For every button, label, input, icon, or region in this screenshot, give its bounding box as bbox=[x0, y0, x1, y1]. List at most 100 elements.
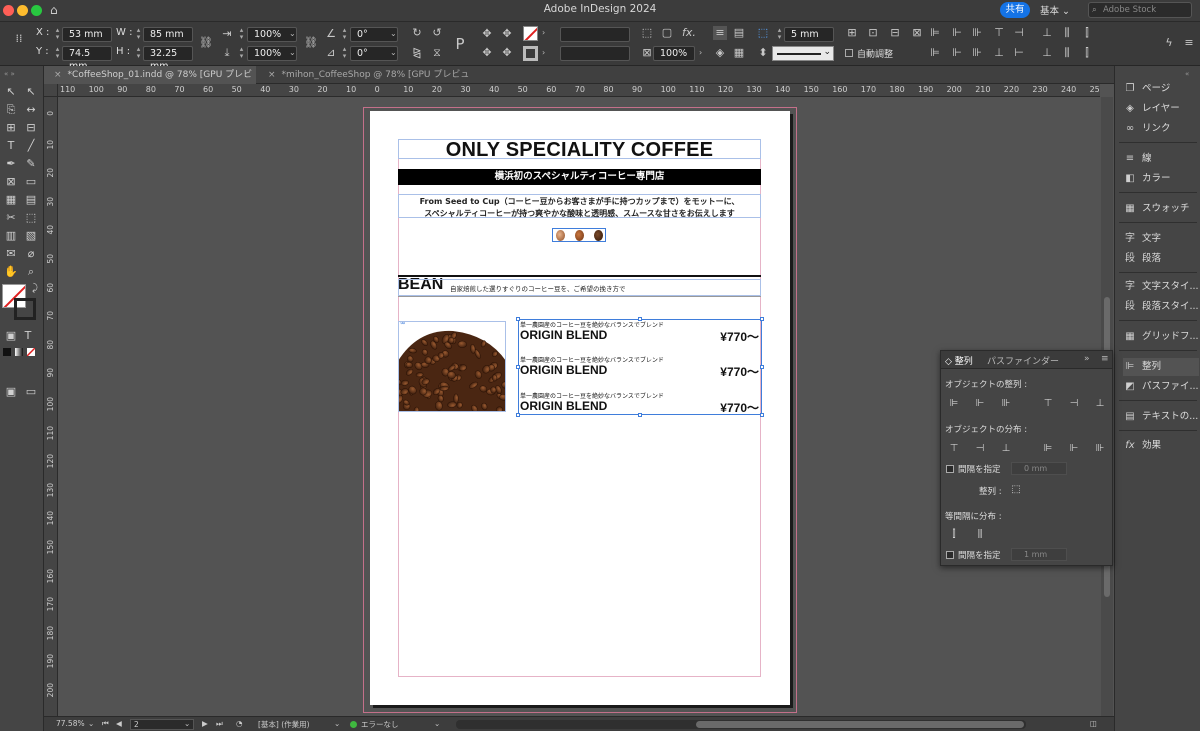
tab-align[interactable]: ◇ 整列 bbox=[945, 354, 973, 367]
chevron-right-icon[interactable]: › bbox=[542, 28, 545, 37]
rotate-stepper[interactable]: ▴ ▾ bbox=[340, 27, 349, 42]
fx-icon[interactable]: fx. bbox=[682, 26, 696, 40]
distribute-right-edges-icon[interactable]: ⊪ bbox=[1093, 442, 1107, 455]
align-hcenters-icon[interactable]: ⊩ bbox=[973, 397, 987, 410]
photo-frame[interactable] bbox=[398, 321, 506, 412]
formatting-container-icon[interactable]: ▣ bbox=[3, 328, 19, 344]
lightning-icon[interactable]: ϟ bbox=[1162, 36, 1176, 50]
scroll-thumb[interactable] bbox=[696, 721, 1024, 728]
gradient-feather-tool-icon[interactable]: ▧ bbox=[23, 228, 39, 244]
bean-icons-frame[interactable] bbox=[552, 228, 606, 242]
reference-point-icon[interactable]: ⁞⁞ bbox=[12, 32, 26, 46]
distribute-top-icon[interactable]: ⊥ bbox=[992, 46, 1006, 60]
w-stepper[interactable]: ▴ ▾ bbox=[134, 27, 143, 42]
auto-fit-checkbox[interactable] bbox=[845, 49, 853, 57]
document-page[interactable]: ONLY SPECIALITY COFFEE 横浜初のスペシャルティコーヒー専門… bbox=[370, 111, 790, 705]
distribute-vspace-icon[interactable]: ⫿ bbox=[947, 528, 961, 541]
center-content-icon[interactable]: ⊠ bbox=[910, 26, 924, 40]
h-field[interactable]: 32.25 mm bbox=[143, 46, 193, 72]
panel-menu-icon[interactable]: ≡ bbox=[1101, 354, 1109, 364]
next-page-icon[interactable]: ▶ bbox=[202, 719, 208, 728]
swap-colors-icon[interactable]: ⤸ bbox=[32, 283, 38, 294]
distribute-vspace-icon[interactable]: ⫿ bbox=[1080, 26, 1094, 40]
frame-icon[interactable]: ▢ bbox=[660, 26, 674, 40]
selection-tool-icon[interactable]: ↖ bbox=[3, 84, 19, 100]
stroke-weight-field[interactable]: 5 mm bbox=[784, 27, 834, 42]
rectangle-frame-tool-icon[interactable]: ⊠ bbox=[3, 174, 19, 190]
preflight-icon[interactable]: ◔ bbox=[236, 719, 243, 728]
chevron-down-icon[interactable]: ⌄ bbox=[184, 719, 190, 728]
formatting-text-icon[interactable]: T bbox=[20, 328, 36, 344]
select-content-icon[interactable]: ✥ bbox=[500, 27, 514, 41]
ruler-origin[interactable] bbox=[44, 84, 58, 97]
expand-panels-icon[interactable]: « bbox=[1185, 70, 1189, 78]
collapse-panel-icon[interactable]: » bbox=[1084, 354, 1090, 364]
view-options-icon[interactable]: ◫ bbox=[1090, 719, 1097, 728]
paragraph-p-icon[interactable]: P bbox=[452, 34, 468, 54]
shear-stepper[interactable]: ▴ ▾ bbox=[340, 46, 349, 61]
error-status[interactable]: エラーなし bbox=[361, 719, 399, 730]
panel-color[interactable]: ◧ カラー bbox=[1123, 170, 1199, 188]
x-stepper[interactable]: ▴ ▾ bbox=[53, 27, 62, 42]
align-vcenter-icon[interactable]: ⊣ bbox=[1012, 26, 1026, 40]
pen-tool-icon[interactable]: ✒ bbox=[3, 156, 19, 172]
align-to-selection-icon[interactable]: ⬚ bbox=[1009, 483, 1023, 496]
rectangle-tool-icon[interactable]: ▭ bbox=[23, 174, 39, 190]
text-wrap-shape-icon[interactable]: ◈ bbox=[713, 46, 727, 60]
align-vcenters-icon[interactable]: ⊣ bbox=[1067, 397, 1081, 410]
distribute-hcenters-icon[interactable]: ⊩ bbox=[1067, 442, 1081, 455]
type-tool-icon[interactable]: T bbox=[3, 138, 19, 154]
distribute-vcenters-icon[interactable]: ⫿ bbox=[1080, 46, 1094, 60]
menu-item[interactable]: 単一農園産のコーヒー豆を絶妙なバランスでブレンド ORIGIN BLEND ¥7… bbox=[519, 320, 761, 352]
distribute-hcenters-icon[interactable]: ⫼ bbox=[1060, 46, 1074, 60]
chevron-right-icon[interactable]: › bbox=[699, 48, 702, 57]
y-field[interactable]: 74.5 mm bbox=[62, 46, 112, 72]
close-icon[interactable]: × bbox=[268, 70, 276, 80]
page-tool-icon[interactable]: ⎘ bbox=[3, 102, 19, 118]
gap-tool-icon[interactable]: ↔ bbox=[23, 102, 39, 118]
drop-shadow-icon[interactable]: ⬚ bbox=[640, 26, 654, 40]
screen-mode-icon[interactable]: ▭ bbox=[23, 384, 39, 400]
panel-links[interactable]: ∞ リンク bbox=[1123, 120, 1199, 138]
align-bottom-icon[interactable]: ⊥ bbox=[1040, 26, 1054, 40]
menu-item[interactable]: 単一農園産のコーヒー豆を絶妙なバランスでブレンド ORIGIN BLEND ¥7… bbox=[519, 391, 761, 423]
free-transform-tool-icon[interactable]: ⬚ bbox=[23, 210, 39, 226]
table-tool-icon[interactable]: ▦ bbox=[3, 192, 19, 208]
content-fitting-icon[interactable]: ⬍ bbox=[756, 46, 770, 60]
panel-swatches[interactable]: ▦ スウォッチ bbox=[1123, 200, 1199, 218]
distribute-vcenter-icon[interactable]: ⊢ bbox=[1012, 46, 1026, 60]
select-container-icon[interactable]: ✥ bbox=[480, 27, 494, 41]
zoom-tool-icon[interactable]: ⌕ bbox=[23, 264, 39, 280]
panel-effects[interactable]: fx 効果 bbox=[1123, 437, 1199, 455]
rotate-ccw-icon[interactable]: ↺ bbox=[430, 26, 444, 40]
menu-item[interactable]: 単一農園産のコーヒー豆を絶妙なバランスでブレンド ORIGIN BLEND ¥7… bbox=[519, 355, 761, 387]
pencil-tool-icon[interactable]: ✎ bbox=[23, 156, 39, 172]
flip-vertical-icon[interactable]: ⧖ bbox=[430, 46, 444, 60]
chevron-down-icon[interactable]: ⌄ bbox=[334, 719, 340, 728]
panel-layers[interactable]: ◈ レイヤー bbox=[1123, 100, 1199, 118]
align-right-edges-icon[interactable]: ⊪ bbox=[999, 397, 1013, 410]
panel-pathfinder[interactable]: ◩ パスファイ... bbox=[1123, 378, 1199, 396]
panel-align[interactable]: ⊫ 整列 bbox=[1123, 358, 1199, 376]
use-spacing-checkbox[interactable] bbox=[946, 465, 954, 473]
scale-x-stepper[interactable]: ▴ ▾ bbox=[237, 27, 246, 42]
collapse-icon[interactable]: « » bbox=[4, 70, 40, 78]
h-stepper[interactable]: ▴ ▾ bbox=[134, 46, 143, 61]
horizontal-scrollbar[interactable] bbox=[456, 720, 1026, 729]
stroke-swatch[interactable] bbox=[523, 46, 538, 61]
tab-mihon-coffeeshop[interactable]: ×*mihon_CoffeeShop @ 78% [GPU プレビュー] bbox=[258, 66, 470, 98]
note-tool-icon[interactable]: ✉ bbox=[3, 246, 19, 262]
previous-page-icon[interactable]: ◀ bbox=[116, 719, 122, 728]
distribute-hspace-icon[interactable]: ⫼ bbox=[973, 528, 987, 541]
eyedropper-tool-icon[interactable]: ⌀ bbox=[23, 246, 39, 262]
panel-paragraph-styles[interactable]: 段段落スタイ... bbox=[1123, 298, 1199, 316]
stroke-weight-dropdown[interactable] bbox=[560, 27, 630, 42]
panel-paragraph[interactable]: 段段落 bbox=[1123, 250, 1199, 268]
align-hcenter-icon[interactable]: ⊩ bbox=[950, 26, 964, 40]
constrain-proportions-icon[interactable]: ⛓ bbox=[199, 36, 213, 50]
vertical-ruler[interactable]: 0 10 20 30 40 50 60 70 80 90 100 110 120 130 140 150 160… bbox=[44, 97, 58, 716]
flip-horizontal-icon[interactable]: ⧎ bbox=[410, 46, 424, 60]
workspace-switcher[interactable]: 基本 ⌄ bbox=[1040, 3, 1070, 17]
align-bottom-edges-icon[interactable]: ⊥ bbox=[1093, 397, 1107, 410]
align-left-icon[interactable]: ⊫ bbox=[928, 26, 942, 40]
